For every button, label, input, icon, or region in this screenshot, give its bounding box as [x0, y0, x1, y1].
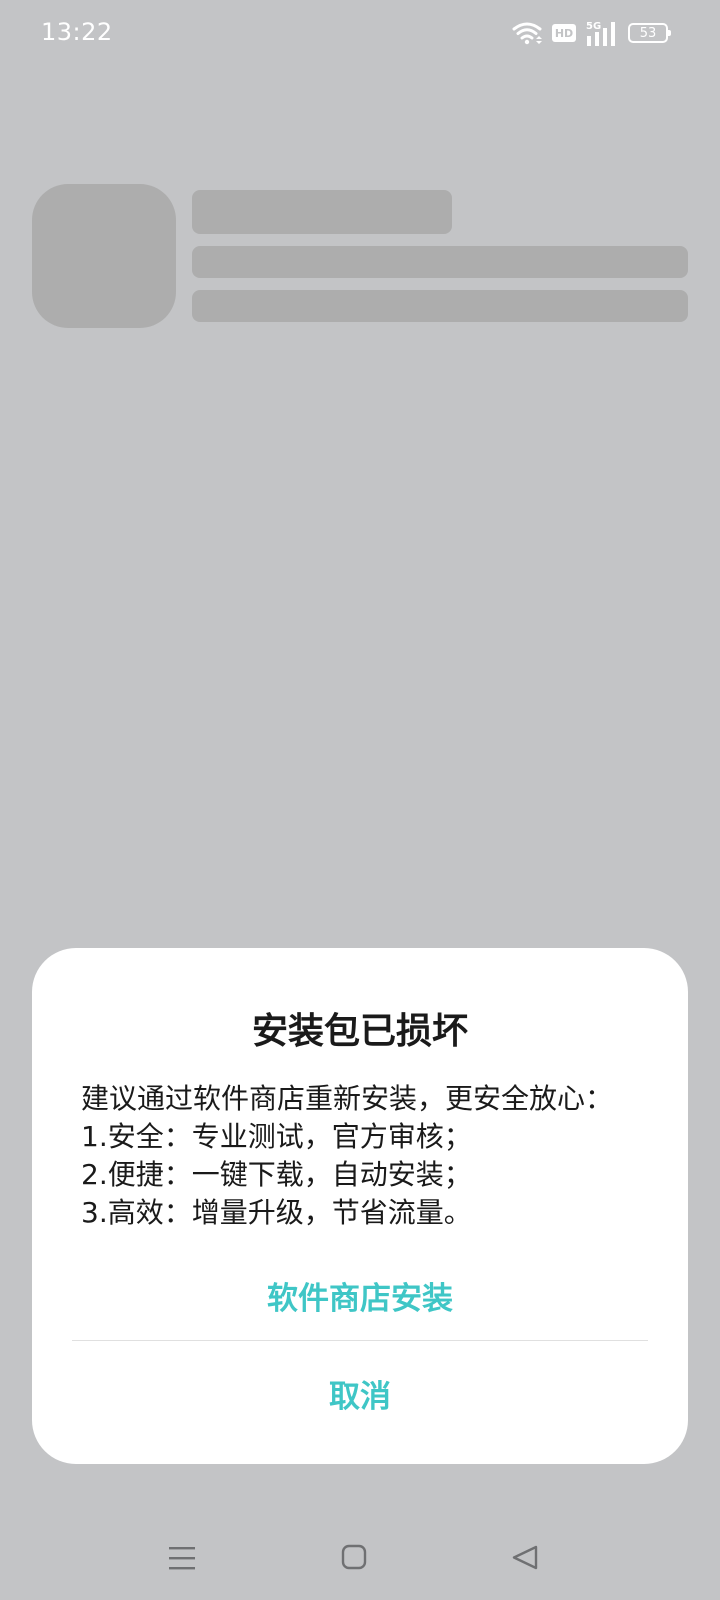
dialog-message-line: 2.便捷：一键下载，自动安装； — [81, 1158, 472, 1191]
dialog-message-line: 1.安全：专业测试，官方审核； — [81, 1120, 472, 1153]
wifi-icon — [512, 22, 542, 45]
app-icon-placeholder — [32, 184, 176, 328]
back-triangle-icon[interactable] — [506, 1538, 546, 1578]
battery-icon: 53 — [628, 23, 671, 43]
navigation-bar — [0, 1510, 720, 1600]
menu-icon[interactable] — [162, 1538, 202, 1578]
install-from-app-store-button[interactable]: 软件商店安装 — [72, 1260, 648, 1330]
hd-badge: HD — [552, 24, 576, 42]
dialog-message: 建议通过软件商店重新安装，更安全放心： 1.安全：专业测试，官方审核； 2.便捷… — [81, 1080, 661, 1232]
damaged-package-dialog: 安装包已损坏 建议通过软件商店重新安装，更安全放心： 1.安全：专业测试，官方审… — [32, 948, 688, 1464]
cellular-signal-icon: 5G — [586, 21, 615, 46]
app-name-placeholder — [192, 190, 452, 234]
dialog-message-line: 建议通过软件商店重新安装，更安全放心： — [81, 1082, 614, 1115]
dialog-divider — [72, 1340, 648, 1341]
home-square-icon[interactable] — [334, 1538, 374, 1578]
status-icons: HD 5G 53 — [512, 20, 671, 46]
status-time: 13:22 — [41, 18, 113, 46]
dialog-title: 安装包已损坏 — [251, 1011, 468, 1052]
network-type-label: 5G — [586, 21, 601, 32]
battery-level: 53 — [639, 25, 657, 41]
dialog-message-line: 3.高效：增量升级，节省流量。 — [81, 1196, 472, 1229]
app-info-placeholder — [192, 290, 688, 322]
cancel-button[interactable]: 取消 — [72, 1358, 648, 1428]
app-info-placeholder — [192, 246, 688, 278]
status-bar: 13:22 HD 5G 53 — [0, 0, 720, 64]
